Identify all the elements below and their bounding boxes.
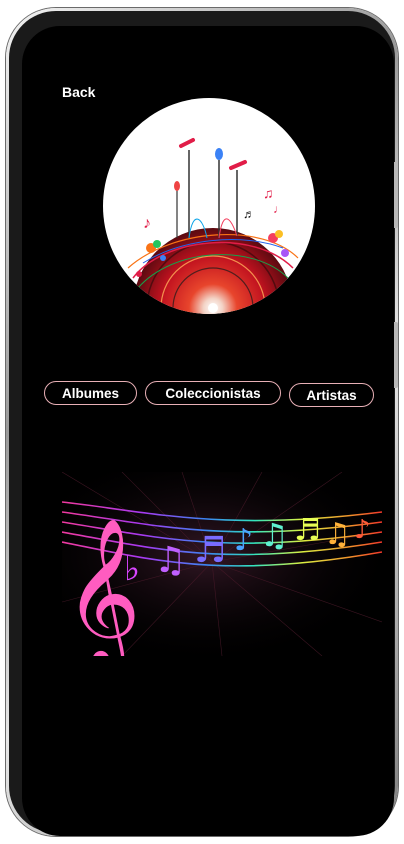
- phone-frame: Back ♪ ♫ ♬ ♩ Albumes Coleccionistas Arti…: [6, 8, 398, 836]
- app-screen: Back ♪ ♫ ♬ ♩ Albumes Coleccionistas Arti…: [22, 26, 394, 836]
- svg-text:♬: ♬: [294, 513, 321, 548]
- svg-text:♫: ♫: [263, 185, 274, 201]
- svg-text:♩: ♩: [273, 202, 285, 216]
- back-button[interactable]: Back: [62, 84, 95, 100]
- svg-text:♪: ♪: [234, 523, 253, 558]
- svg-text:♫: ♫: [260, 516, 289, 554]
- music-banner: 𝄞 ♭ ♫ ♬ ♪ ♫ ♬ ♫ ♪: [62, 472, 382, 656]
- svg-text:♬: ♬: [194, 530, 226, 571]
- svg-text:♫: ♫: [324, 517, 351, 552]
- svg-text:♫: ♫: [154, 540, 186, 581]
- hero-illustration: ♪ ♫ ♬ ♩: [103, 98, 315, 314]
- tab-coleccionistas[interactable]: Coleccionistas: [145, 381, 281, 405]
- tab-artistas[interactable]: Artistas: [289, 383, 374, 407]
- tab-albumes[interactable]: Albumes: [44, 381, 137, 405]
- svg-text:♪: ♪: [143, 215, 151, 232]
- music-record-icon: ♪ ♫ ♬ ♩: [127, 138, 299, 314]
- rainbow-music-notes-icon: 𝄞 ♭ ♫ ♬ ♪ ♫ ♬ ♫ ♪: [62, 472, 382, 656]
- svg-text:♭: ♭: [124, 549, 140, 589]
- svg-text:♪: ♪: [354, 515, 371, 545]
- svg-text:♬: ♬: [243, 207, 255, 221]
